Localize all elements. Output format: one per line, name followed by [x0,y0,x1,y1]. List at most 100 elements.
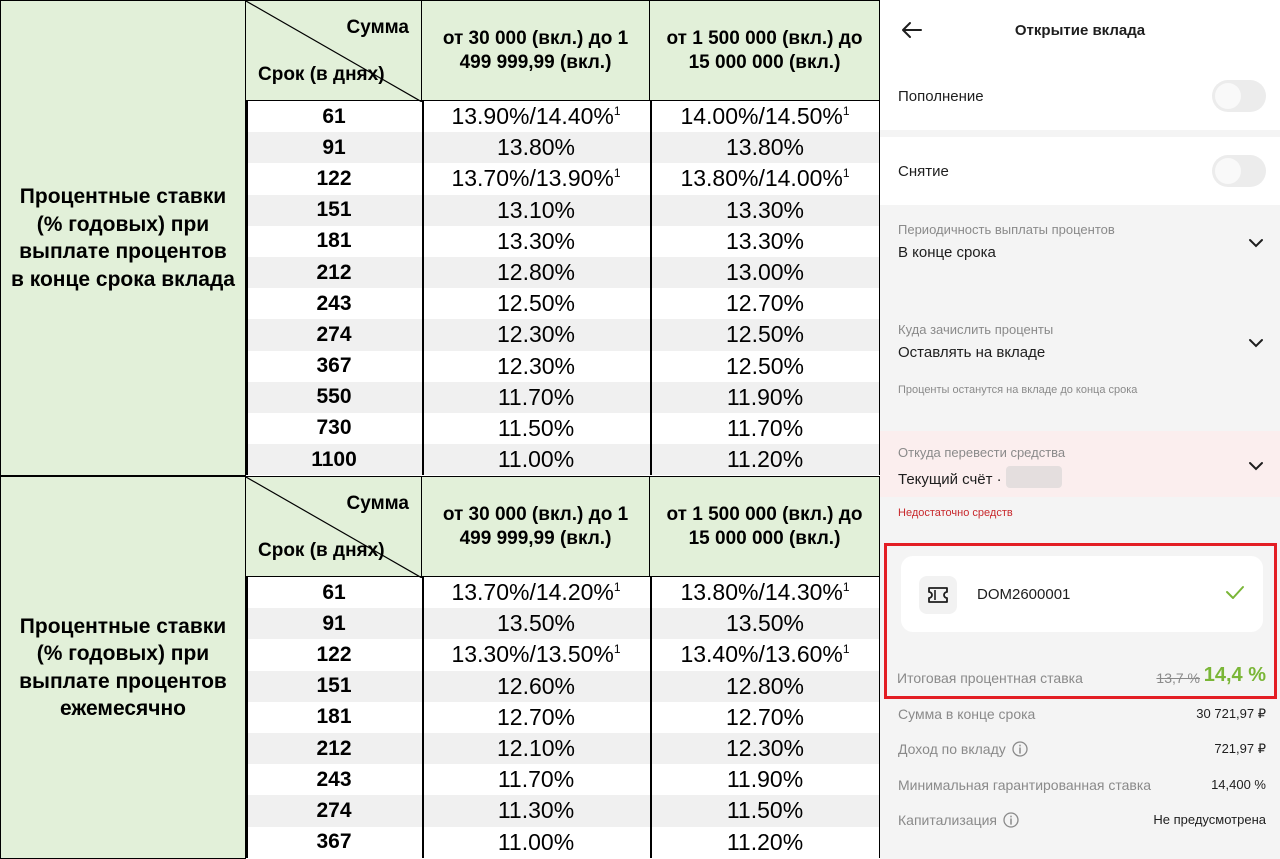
term-cell-text: 550 [316,385,352,409]
column-divider [246,101,248,476]
source-account-select[interactable]: Откуда перевести средства Текущий счёт · [880,431,1280,497]
term-cell-text: 212 [316,736,352,760]
summary-key: Капитализация [898,812,997,828]
rate-cell-col2-text: 11.70% [726,414,804,441]
rate-cell-col1: 13.10% [422,197,650,224]
interest-target-select[interactable]: Куда зачислить проценты Оставлять на вкл… [880,308,1280,376]
source-value: Текущий счёт · [898,471,1002,488]
ticket-icon-wrap [919,576,957,614]
table-rows: 61 13.90%/14.40%1 14.00%/14.50%1 91 13.80% 13… [246,101,881,476]
summary-key: Доход по вкладу [898,741,1006,757]
rate-cell-col2-text: 14.00%/14.50% [680,103,843,130]
interest-target-caption: Куда зачислить проценты [898,322,1054,337]
rate-cell-col2-text: 12.70% [725,290,804,317]
term-cell: 181 [246,705,422,729]
table-header: Сумма Срок (в днях) от 30 000 (вкл.) до … [246,0,880,102]
table-row: 181 13.30% 13.30% [246,226,880,257]
withdraw-row: Снятие [880,137,1280,205]
table-row: 122 13.30%/13.50%1 13.40%/13.60%1 [246,639,880,670]
interest-period-select[interactable]: Периодичность выплаты процентов В конце … [880,208,1280,276]
header-amount-label: Сумма [346,493,409,514]
rate-cell-col1-text: 11.00% [497,446,575,473]
rate-cell-col1: 11.00% [422,446,650,473]
footnote-marker: 1 [613,166,621,181]
term-cell: 122 [246,643,422,667]
rate-cell-col2: 13.80%/14.00%1 [650,165,880,192]
table-rows: 61 13.70%/14.20%1 13.80%/14.30%1 91 13.50% 13… [246,577,881,858]
rate-cell-col2: 12.80% [650,673,880,700]
rate-cell-col2: 13.30% [650,197,880,224]
rate-cell-col1-text: 11.30% [497,797,575,824]
rate-cell-col1: 13.30% [422,228,650,255]
rate-cell-col1: 13.50% [422,610,650,637]
rate-cell-col1-text: 12.80% [496,259,575,286]
promo-code-card[interactable]: DOM2600001 [901,556,1263,632]
rate-cell-col2: 11.90% [650,766,880,793]
rate-cell-col1: 12.30% [422,321,650,348]
rate-cell-col2-text: 13.80%/14.30% [680,579,843,606]
term-cell-text: 181 [316,705,352,729]
rate-cell-col1-text: 12.30% [496,352,575,379]
rate-cell-col2: 12.50% [650,321,880,348]
chevron-down-icon [1249,339,1263,348]
column-divider [422,101,424,476]
term-cell-text: 243 [316,767,352,791]
term-cell: 274 [246,799,422,823]
term-cell-text: 122 [316,166,352,190]
rate-cell-col1: 12.30% [422,353,650,380]
rate-cell-col1-text: 12.50% [496,290,575,317]
table-row: 212 12.10% 12.30% [246,732,880,765]
interest-period-caption: Периодичность выплаты процентов [898,222,1115,237]
term-cell-text: 151 [316,198,352,222]
toggle-knob [1215,83,1241,109]
rate-cell-col2-text: 13.00% [725,259,804,286]
replenish-row: Пополнение [880,62,1280,130]
summary-key: Минимальная гарантированная ставка [898,777,1152,793]
rate-cell-col1-text: 13.70%/14.20% [451,579,614,606]
rate-table-monthly: Процентные ставки (% годовых) при выплат… [0,476,881,859]
rate-cell-col2: 13.40%/13.60%1 [650,641,880,668]
rate-cell-col1-text: 13.90%/14.40% [451,103,614,130]
source-value-wrap: Текущий счёт · [898,466,1062,488]
column-divider [422,577,424,858]
rate-cell-col2: 12.70% [650,704,880,731]
rate-cell-col2-text: 13.30% [725,227,804,254]
term-cell: 367 [246,830,422,854]
term-cell: 91 [246,612,422,636]
rate-cell-col1: 13.90%/14.40%1 [422,103,650,130]
rate-cell-col2: 12.70% [650,290,880,317]
rate-cell-col2-text: 13.40%/13.60% [680,641,843,668]
rate-cell-col2-text: 12.80% [725,672,804,699]
term-cell-text: 151 [316,674,352,698]
table-row: 151 13.10% 13.30% [246,194,880,226]
header-col-1: от 30 000 (вкл.) до 1 499 999,99 (вкл.) [422,476,650,577]
summary-row-amount: Сумма в конце срока 30 721,97 ₽ [880,700,1280,730]
interest-target-value: Оставлять на вкладе [898,344,1046,361]
withdraw-toggle[interactable] [1212,155,1266,187]
replenish-toggle[interactable] [1212,80,1266,112]
rate-cell-col1: 12.80% [422,259,650,286]
term-cell-text: 367 [316,830,352,854]
footnote-marker: 1 [842,166,850,181]
info-icon[interactable] [1012,741,1028,757]
term-cell: 1100 [246,448,422,472]
new-rate: 14,4 % [1203,664,1266,686]
rate-cell-col2-text: 12.30% [725,735,804,762]
rate-cell-col2: 13.80%/14.30%1 [650,579,880,606]
rate-cell-col1-text: 11.70% [497,766,575,793]
page-title: Открытие вклада [1014,22,1146,39]
term-cell-text: 181 [316,229,352,253]
check-icon [1226,586,1244,599]
rate-tables: Процентные ставки (% годовых) при выплат… [0,0,881,859]
rate-cell-col1-text: 11.00% [497,828,575,855]
table-row: 243 12.50% 12.70% [246,288,880,319]
rate-cell-col2: 11.50% [650,797,880,824]
table-row: 91 13.50% 13.50% [246,608,880,640]
insufficient-funds-error: Недостаточно средств [898,507,1013,519]
info-icon[interactable] [1003,812,1019,828]
table-row: 367 12.30% 12.50% [246,351,880,382]
table-row: 274 11.30% 11.50% [246,795,880,827]
term-cell-text: 1100 [311,447,357,471]
header-term-label: Срок (в днях) [258,540,385,561]
table-row: 730 11.50% 11.70% [246,413,880,444]
